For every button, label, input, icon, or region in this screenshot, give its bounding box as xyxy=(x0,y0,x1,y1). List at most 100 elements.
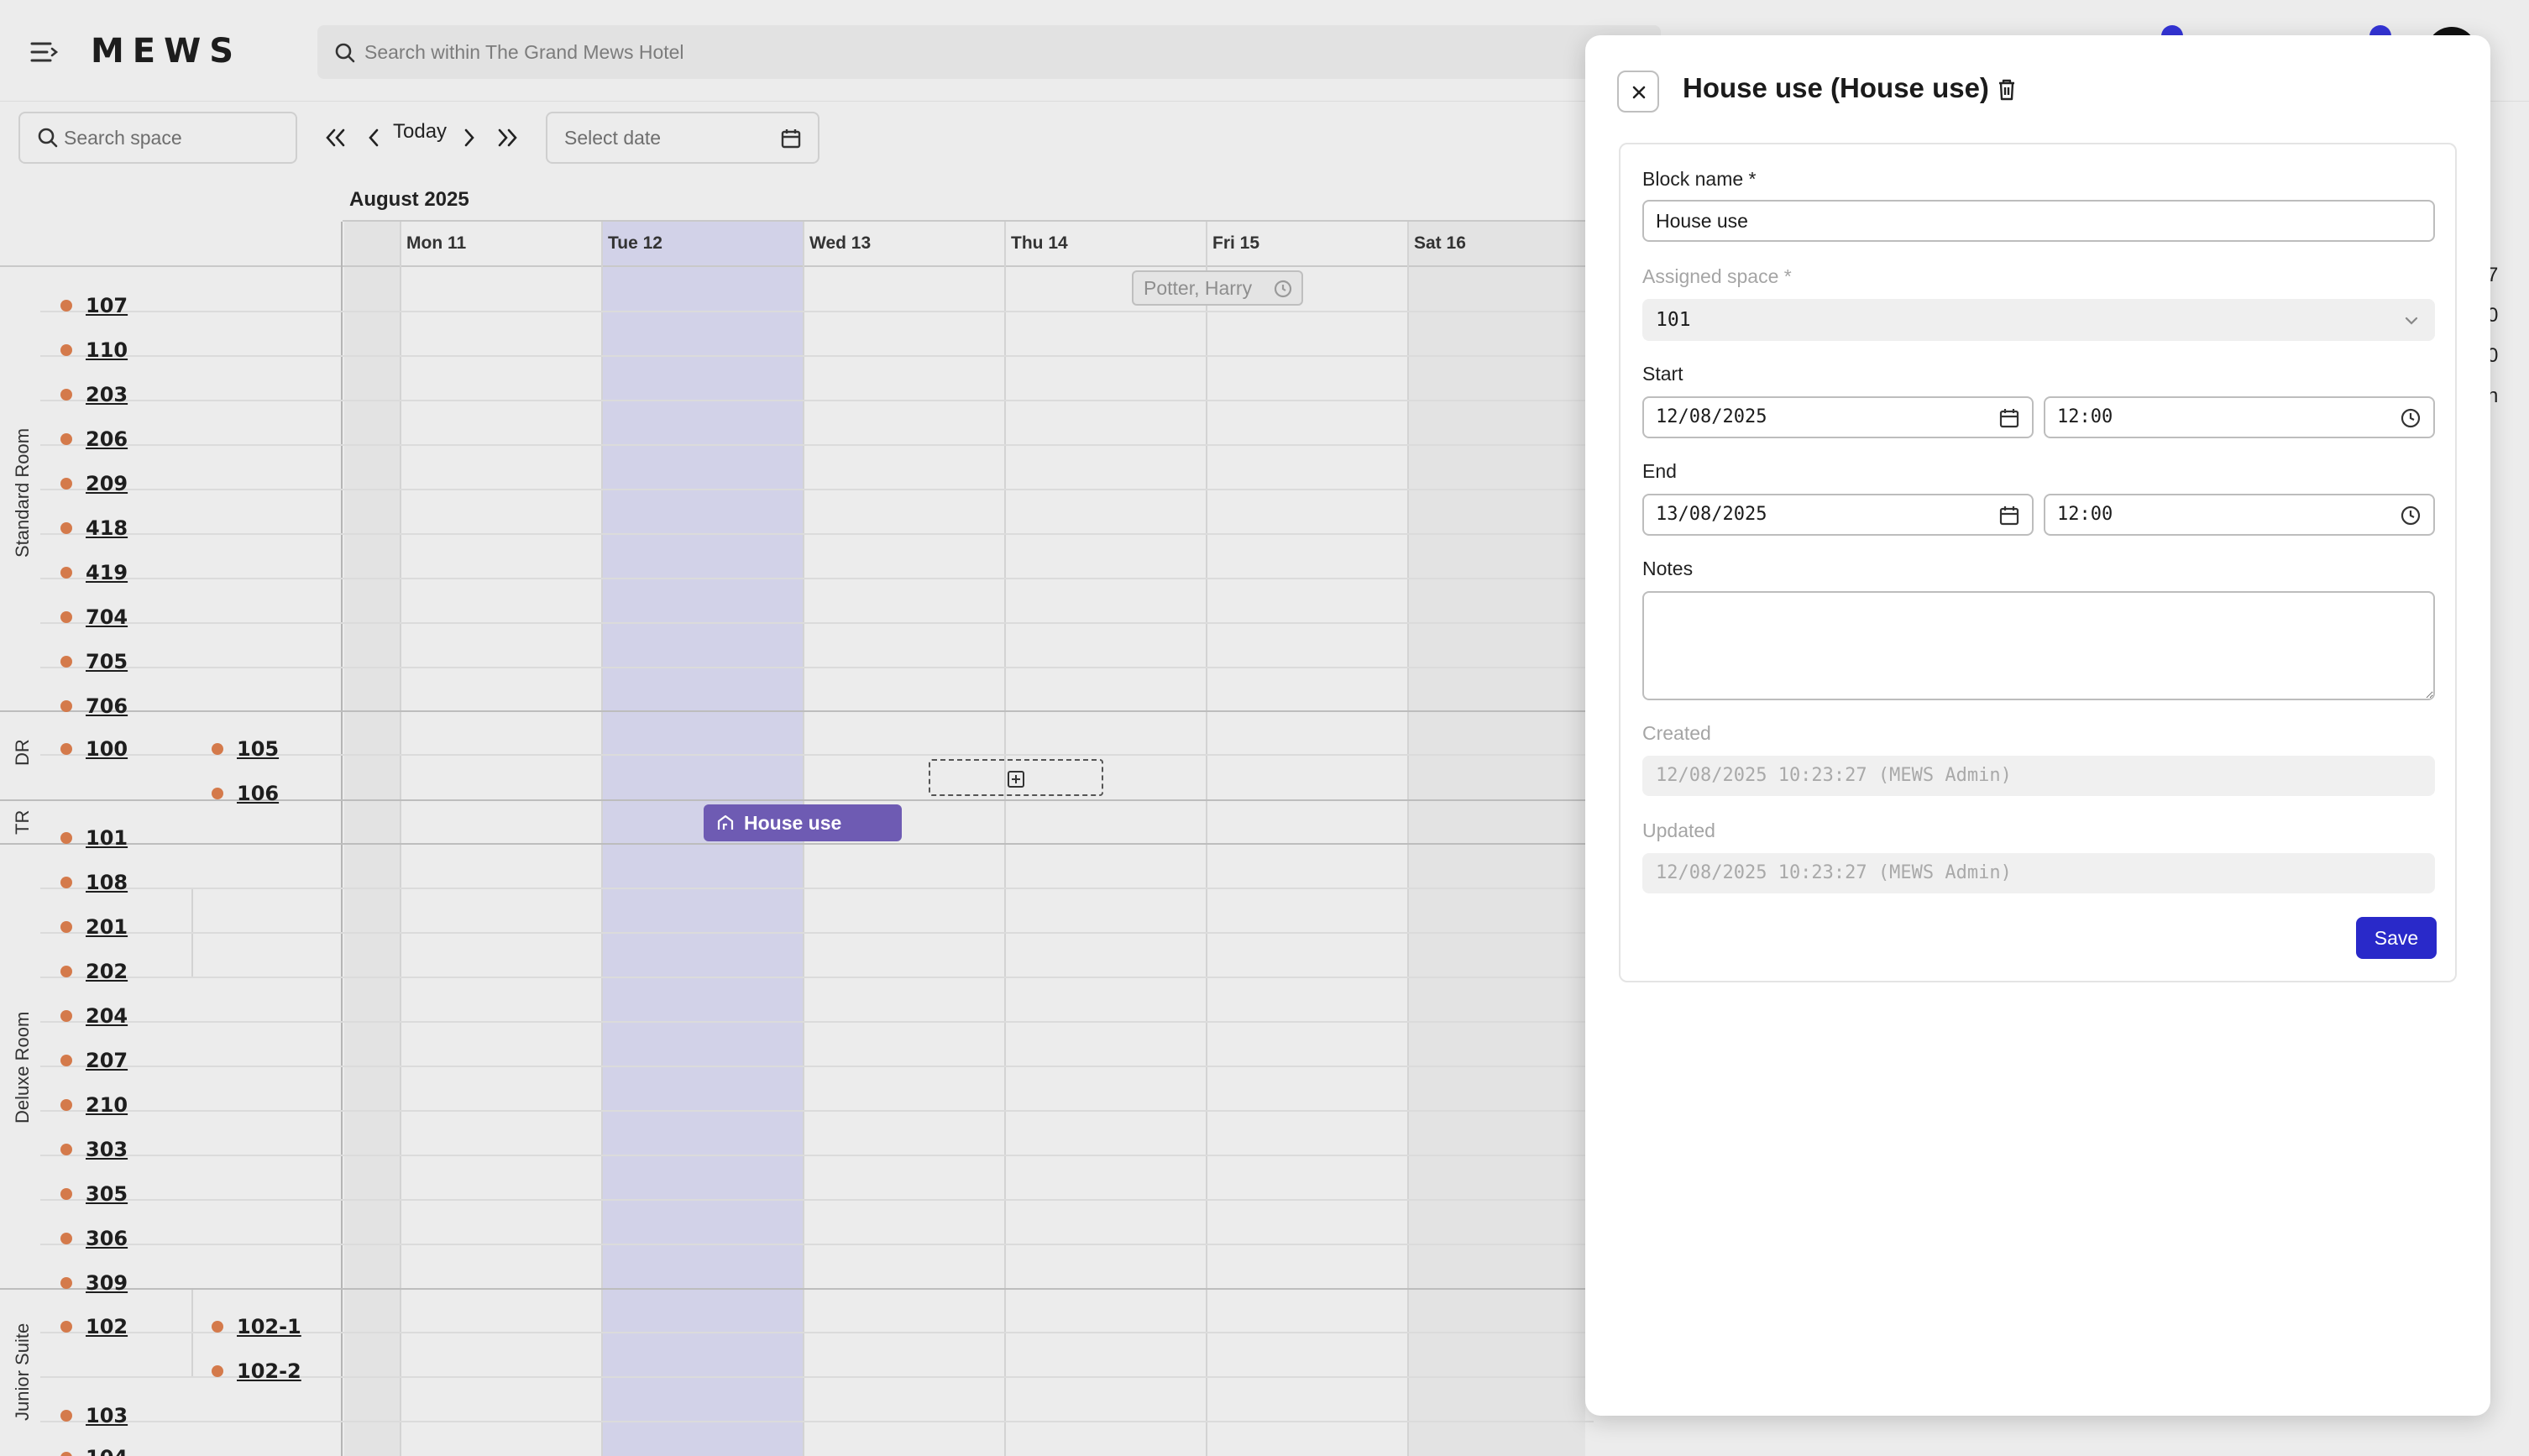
row-separator xyxy=(40,667,1594,668)
day-label-mon: Mon 11 xyxy=(406,233,467,253)
row-separator xyxy=(40,1244,1594,1245)
group-label-deluxe-room: Deluxe Room xyxy=(12,1011,33,1123)
global-search-input[interactable] xyxy=(364,25,1624,79)
group-label-tr: TR xyxy=(12,809,33,835)
space-search[interactable] xyxy=(18,112,297,164)
room-204[interactable]: 204 xyxy=(60,999,128,1033)
past-column xyxy=(344,222,401,1456)
row-separator xyxy=(40,977,1594,978)
updated-value: 12/08/2025 10:23:27 (MEWS Admin) xyxy=(1642,853,2435,893)
save-button[interactable]: Save xyxy=(2356,917,2437,959)
room-102[interactable]: 102 xyxy=(60,1310,128,1343)
row-separator xyxy=(40,1155,1594,1156)
house-use-block[interactable]: House use xyxy=(704,804,902,841)
search-icon xyxy=(38,128,58,148)
end-date-input[interactable]: 13/08/2025 xyxy=(1642,494,2034,536)
row-separator xyxy=(40,1110,1594,1112)
room-201[interactable]: 201 xyxy=(60,910,128,944)
start-time-input[interactable]: 12:00 xyxy=(2044,396,2435,438)
room-418[interactable]: 418 xyxy=(60,511,128,545)
space-search-input[interactable] xyxy=(64,113,291,162)
date-picker-input[interactable] xyxy=(564,113,766,162)
room-309[interactable]: 309 xyxy=(60,1266,128,1300)
close-panel-button[interactable] xyxy=(1617,71,1659,113)
day-label-thu: Thu 14 xyxy=(1011,233,1068,253)
room-419[interactable]: 419 xyxy=(60,556,128,589)
reservation-potter-harry[interactable]: Potter, Harry xyxy=(1132,270,1303,306)
double-chevron-right-icon[interactable] xyxy=(494,123,522,152)
menu-icon[interactable] xyxy=(29,37,59,67)
row-separator xyxy=(40,444,1594,446)
chevron-right-icon[interactable] xyxy=(455,123,484,152)
room-207[interactable]: 207 xyxy=(60,1044,128,1077)
room-102-2[interactable]: 102-2 xyxy=(212,1354,301,1388)
end-time-input[interactable]: 12:00 xyxy=(2044,494,2435,536)
room-305[interactable]: 305 xyxy=(60,1177,128,1211)
row-separator xyxy=(40,355,1594,357)
room-206[interactable]: 206 xyxy=(60,422,128,456)
double-chevron-left-icon[interactable] xyxy=(321,123,349,152)
room-107[interactable]: 107 xyxy=(60,289,128,322)
row-separator xyxy=(40,888,1594,889)
row-separator xyxy=(40,578,1594,579)
room-705[interactable]: 705 xyxy=(60,645,128,678)
room-210[interactable]: 210 xyxy=(60,1088,128,1122)
house-use-label: House use xyxy=(744,812,842,834)
chevron-down-icon xyxy=(2405,317,2418,325)
room-104[interactable]: 104 xyxy=(60,1441,128,1456)
month-label: August 2025 xyxy=(349,188,469,211)
block-form: Block name * Assigned space * 101 Start … xyxy=(1619,143,2457,982)
group-label-dr: DR xyxy=(12,739,33,766)
date-picker[interactable] xyxy=(546,112,819,164)
reservation-guest-name: Potter, Harry xyxy=(1144,277,1253,299)
room-101[interactable]: 101 xyxy=(60,821,128,855)
day-label-sat: Sat 16 xyxy=(1414,233,1466,253)
calendar-icon[interactable] xyxy=(1998,407,2020,429)
room-103[interactable]: 103 xyxy=(60,1399,128,1432)
room-108[interactable]: 108 xyxy=(60,866,128,899)
block-name-input[interactable] xyxy=(1642,200,2435,242)
clock-icon[interactable] xyxy=(2400,505,2422,526)
start-time-value: 12:00 xyxy=(2057,406,2113,427)
chevron-left-icon[interactable] xyxy=(359,123,388,152)
day-label-tue: Tue 12 xyxy=(608,233,662,253)
add-block-slot[interactable] xyxy=(929,759,1103,796)
row-separator xyxy=(40,533,1594,535)
row-separator xyxy=(40,622,1594,624)
calendar-icon[interactable] xyxy=(1998,505,2020,526)
room-202[interactable]: 202 xyxy=(60,955,128,988)
assigned-space-select[interactable]: 101 xyxy=(1642,299,2435,341)
clock-icon[interactable] xyxy=(2400,407,2422,429)
room-102-1[interactable]: 102-1 xyxy=(212,1310,301,1343)
room-209[interactable]: 209 xyxy=(60,467,128,500)
room-203[interactable]: 203 xyxy=(60,378,128,411)
notes-textarea[interactable] xyxy=(1642,591,2435,700)
row-separator xyxy=(40,1421,1594,1422)
room-100[interactable]: 100 xyxy=(60,732,128,766)
room-303[interactable]: 303 xyxy=(60,1133,128,1166)
row-separator xyxy=(40,1021,1594,1023)
end-label: End xyxy=(1642,460,1677,482)
weekend-column xyxy=(1409,222,1585,1456)
room-106[interactable]: 106 xyxy=(212,777,279,810)
room-306[interactable]: 306 xyxy=(60,1222,128,1255)
trash-icon[interactable] xyxy=(1995,77,2018,102)
room-704[interactable]: 704 xyxy=(60,600,128,634)
notes-label: Notes xyxy=(1642,558,1694,579)
assigned-space-value: 101 xyxy=(1656,309,1691,331)
room-110[interactable]: 110 xyxy=(60,333,128,367)
day-label-wed: Wed 13 xyxy=(809,233,872,253)
start-date-input[interactable]: 12/08/2025 xyxy=(1642,396,2034,438)
row-separator xyxy=(40,1066,1594,1067)
history-icon xyxy=(1274,280,1292,298)
today-button[interactable]: Today xyxy=(393,120,447,144)
global-search[interactable] xyxy=(317,25,1661,79)
group-label-standard-room: Standard Room xyxy=(12,427,33,558)
mews-logo: MEWS xyxy=(91,32,243,71)
created-value: 12/08/2025 10:23:27 (MEWS Admin) xyxy=(1642,756,2435,796)
calendar-icon[interactable] xyxy=(779,127,803,150)
room-706[interactable]: 706 xyxy=(60,689,128,723)
start-label: Start xyxy=(1642,363,1683,385)
row-separator xyxy=(40,400,1594,401)
room-105[interactable]: 105 xyxy=(212,732,279,766)
